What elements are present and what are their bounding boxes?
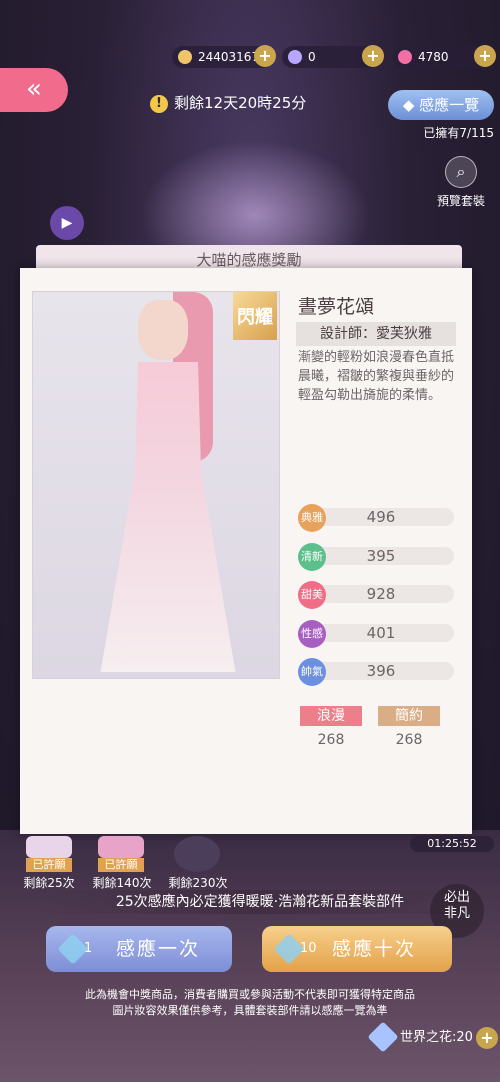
draw-ten-count: 10 <box>300 941 317 956</box>
reward-timer: 01:25:52 <box>410 836 494 852</box>
add-gem-button[interactable]: + <box>474 45 496 67</box>
reward-remaining-3: 剩餘230次 <box>168 876 228 890</box>
stat-sweet: 甜美 928 <box>298 581 456 609</box>
stat-value: 928 <box>366 585 396 603</box>
stat-elegant: 典雅 496 <box>298 504 456 532</box>
rarity-badge: 閃耀 <box>233 292 277 340</box>
outfit-portrait: 閃耀 <box>32 291 280 679</box>
tag-simple: 簡約 <box>378 706 440 726</box>
stat-value: 401 <box>366 624 396 642</box>
draw-ten-label: 感應十次 <box>332 938 417 960</box>
magnifier-icon: ⌕ <box>445 156 477 188</box>
draw-ten-button[interactable]: 10 感應十次 <box>262 926 452 972</box>
stat-cool: 帥氣 396 <box>298 658 456 686</box>
gallery-label: 感應一覽 <box>419 96 480 114</box>
stat-value: 496 <box>366 508 396 526</box>
reward-thumb-1[interactable] <box>26 836 72 858</box>
tag-simple-value: 268 <box>395 732 423 748</box>
reward-status-1: 已許願 <box>26 858 72 872</box>
back-button[interactable]: « <box>0 68 68 112</box>
draw-once-label: 感應一次 <box>116 938 201 960</box>
stat-label: 甜美 <box>298 581 326 609</box>
diamond-icon <box>288 50 302 64</box>
item-description: 漸變的輕粉如浪漫春色直抵晨曦，褶皺的繁複與垂紗的輕盈勾勒出旖旎的柔情。 <box>298 350 455 403</box>
gallery-button[interactable]: ◆ 感應一覽 <box>388 90 494 120</box>
stat-sexy: 性感 401 <box>298 620 456 648</box>
stat-label: 帥氣 <box>298 658 326 686</box>
add-diamond-button[interactable]: + <box>362 45 384 67</box>
countdown: ! 剩餘12天20時25分 <box>150 92 380 114</box>
tag-romantic-value: 268 <box>317 732 345 748</box>
preview-button[interactable]: ⌕ 預覽套裝 <box>432 156 490 209</box>
item-name: 晝夢花頌 <box>298 296 375 318</box>
stat-label: 清新 <box>298 543 326 571</box>
stat-value: 396 <box>366 662 396 680</box>
reward-status-2: 已許願 <box>98 858 144 872</box>
reward-thumb-2[interactable] <box>98 836 144 858</box>
item-designer: 設計師：愛芙狄雅 <box>296 322 456 346</box>
gem-value: 4780 <box>418 50 449 64</box>
coin-counter: 24403167 + <box>172 45 276 68</box>
world-flower-value: 世界之花:20 <box>400 1030 473 1045</box>
coin-icon <box>178 50 192 64</box>
reward-remaining-1: 剩餘25次 <box>23 876 75 890</box>
draw-once-count: 1 <box>84 941 93 956</box>
preview-label: 預覽套裝 <box>436 194 485 208</box>
countdown-text: 剩餘12天20時25分 <box>174 94 307 112</box>
add-world-flower-button[interactable]: + <box>476 1027 498 1049</box>
stat-label: 典雅 <box>298 504 326 532</box>
disclaimer-1: 此為機會中獎商品，消費者購買或參與活動不代表即可獲得特定商品 <box>85 988 415 1001</box>
tag-romantic: 浪漫 <box>300 706 362 726</box>
add-coin-button[interactable]: + <box>254 45 276 67</box>
owned-count: 已擁有7/115 <box>423 126 494 140</box>
stat-fresh: 清新 395 <box>298 543 456 571</box>
coin-value: 24403167 <box>198 50 260 64</box>
draw-once-button[interactable]: 1 感應一次 <box>46 926 232 972</box>
world-flower-counter: 世界之花:20 + <box>367 1021 498 1053</box>
stat-label: 性感 <box>298 620 326 648</box>
reward-remaining-2: 剩餘140次 <box>92 876 152 890</box>
dress-illustration <box>100 362 236 672</box>
head <box>138 300 188 360</box>
reward-thumb-3[interactable] <box>174 836 220 872</box>
gem-icon <box>398 50 412 64</box>
play-icon[interactable]: ▶ <box>50 206 84 240</box>
diamond-counter: 0 + <box>282 45 384 68</box>
disclaimer-2: 圖片妝容效果僅供參考，具體套裝部件請以感應一覽為準 <box>112 1004 388 1017</box>
stat-value: 395 <box>366 547 396 565</box>
world-flower-icon <box>367 1021 399 1053</box>
gem-counter: 4780 + <box>392 45 496 68</box>
diamond-value: 0 <box>308 50 316 64</box>
guarantee-text: 25次感應內必定獲得暖暖·浩瀚花新品套裝部件 <box>40 890 480 914</box>
alert-icon: ! <box>150 94 168 113</box>
